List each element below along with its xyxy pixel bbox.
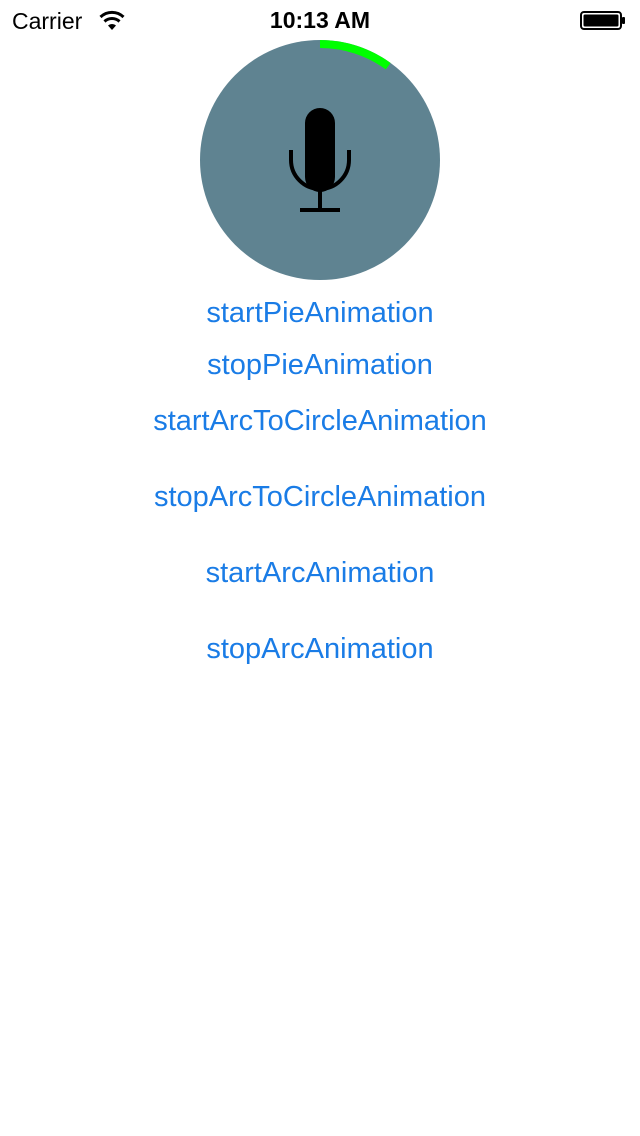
mic-progress-circle[interactable] xyxy=(200,40,440,280)
status-bar: Carrier 10:13 AM xyxy=(0,0,640,40)
battery-icon xyxy=(580,11,625,30)
start-arc-to-circle-animation-button[interactable]: startArcToCircleAnimation xyxy=(0,403,640,439)
stop-pie-animation-button[interactable]: stopPieAnimation xyxy=(0,347,640,383)
start-arc-animation-button[interactable]: startArcAnimation xyxy=(0,555,640,591)
stop-arc-to-circle-animation-button[interactable]: stopArcToCircleAnimation xyxy=(0,479,640,515)
stop-arc-animation-button[interactable]: stopArcAnimation xyxy=(0,631,640,667)
status-time: 10:13 AM xyxy=(269,7,371,33)
start-pie-animation-button[interactable]: startPieAnimation xyxy=(0,295,640,331)
